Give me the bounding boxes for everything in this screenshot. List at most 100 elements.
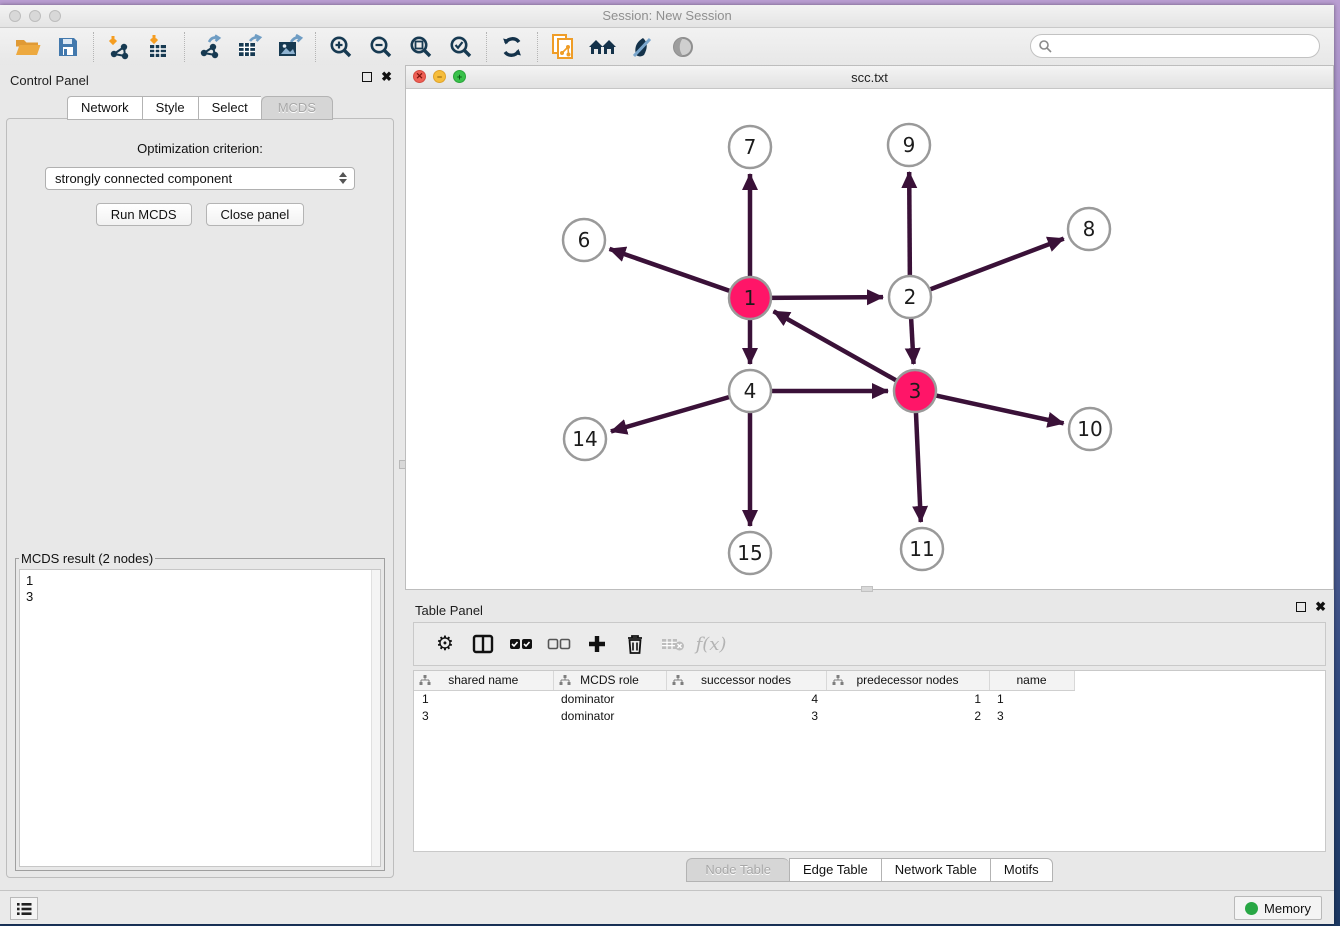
column-header-successor-nodes[interactable]: successor nodes <box>666 671 826 690</box>
folder-open-icon <box>14 35 42 59</box>
search-input[interactable] <box>1052 37 1319 55</box>
graph-node-10[interactable]: 10 <box>1069 408 1111 450</box>
result-scrollbar[interactable] <box>371 570 380 866</box>
tab-mcds[interactable]: MCDS <box>261 96 333 120</box>
control-panel-tabs: Network Style Select MCDS <box>0 96 400 120</box>
column-header-predecessor-nodes[interactable]: predecessor nodes <box>826 671 989 690</box>
deselect-all-icon <box>547 638 571 650</box>
graph-node-14[interactable]: 14 <box>564 418 606 460</box>
cell-mcds_role[interactable]: dominator <box>553 707 666 724</box>
tab-style[interactable]: Style <box>142 96 198 120</box>
list-icon <box>16 902 32 916</box>
table-panel-header: Table Panel ✖ <box>405 595 1334 620</box>
column-view-icon <box>472 634 494 654</box>
import-network-button[interactable] <box>99 31 139 63</box>
run-mcds-button[interactable]: Run MCDS <box>96 203 192 226</box>
graph-edge-3-10[interactable] <box>932 395 1064 424</box>
column-view-button[interactable] <box>466 627 500 661</box>
tab-network[interactable]: Network <box>67 96 142 120</box>
add-column-button[interactable] <box>580 627 614 661</box>
zoom-fit-button[interactable] <box>401 31 441 63</box>
network-graph[interactable]: 7 9 6 8 1 2 4 3 14 <box>406 89 1333 589</box>
status-bar: Memory <box>0 890 1334 924</box>
tree-icon <box>832 675 844 686</box>
graph-node-9[interactable]: 9 <box>888 124 930 166</box>
refresh-button[interactable] <box>492 31 532 63</box>
column-header-shared-name[interactable]: shared name <box>414 671 553 690</box>
graph-edge-3-1[interactable] <box>774 311 901 382</box>
graph-edge-1-2[interactable] <box>767 297 883 298</box>
cell-shared_name[interactable]: 1 <box>414 690 553 707</box>
tab-select[interactable]: Select <box>198 96 261 120</box>
cell-name[interactable]: 3 <box>989 707 1074 724</box>
close-table-panel-icon[interactable]: ✖ <box>1315 602 1326 612</box>
cell-name[interactable]: 1 <box>989 690 1074 707</box>
graph-edge-2-9[interactable] <box>909 172 910 280</box>
function-builder-button[interactable]: f(x) <box>694 627 728 661</box>
memory-button[interactable]: Memory <box>1234 896 1322 920</box>
window-titlebar: Session: New Session <box>0 5 1334 28</box>
zoom-in-button[interactable] <box>321 31 361 63</box>
cell-predecessor_nodes[interactable]: 1 <box>826 690 989 707</box>
graph-node-2[interactable]: 2 <box>889 276 931 318</box>
tab-motifs[interactable]: Motifs <box>990 858 1053 882</box>
criterion-select[interactable]: strongly connected component <box>45 167 355 190</box>
table-row[interactable]: 3dominator323 <box>414 707 1074 724</box>
cell-successor_nodes[interactable]: 3 <box>666 707 826 724</box>
graph-node-11[interactable]: 11 <box>901 528 943 570</box>
graph-node-3[interactable]: 3 <box>894 370 936 412</box>
graph-edge-3-11[interactable] <box>916 408 921 522</box>
graph-edge-2-8[interactable] <box>926 239 1064 291</box>
float-panel-icon[interactable] <box>362 72 372 82</box>
select-all-columns-button[interactable] <box>504 627 538 661</box>
graph-node-4[interactable]: 4 <box>729 370 771 412</box>
graph-edge-4-14[interactable] <box>611 396 734 432</box>
search-box[interactable] <box>1030 34 1320 58</box>
table-row[interactable]: 1dominator411 <box>414 690 1074 707</box>
zoom-out-button[interactable] <box>361 31 401 63</box>
tab-node-table[interactable]: Node Table <box>686 858 789 882</box>
graph-node-6[interactable]: 6 <box>563 219 605 261</box>
cell-shared_name[interactable]: 3 <box>414 707 553 724</box>
task-history-button[interactable] <box>10 897 38 920</box>
import-table-button[interactable] <box>139 31 179 63</box>
cell-mcds_role[interactable]: dominator <box>553 690 666 707</box>
save-session-button[interactable] <box>48 31 88 63</box>
network-window-titlebar[interactable]: ✕ − + scc.txt <box>406 66 1333 89</box>
tab-edge-table[interactable]: Edge Table <box>789 858 881 882</box>
graph-edge-2-3[interactable] <box>911 314 914 364</box>
column-header-mcds-role[interactable]: MCDS role <box>553 671 666 690</box>
zoom-selected-button[interactable] <box>441 31 481 63</box>
cell-successor_nodes[interactable]: 4 <box>666 690 826 707</box>
table-settings-button[interactable]: ⚙ <box>428 627 462 661</box>
home-icon <box>588 35 618 59</box>
export-network-button[interactable] <box>190 31 230 63</box>
style-brush-button[interactable] <box>623 31 663 63</box>
graph-edge-1-6[interactable] <box>609 249 733 292</box>
export-table-button[interactable] <box>230 31 270 63</box>
copy-network-button[interactable] <box>543 31 583 63</box>
delete-table-button[interactable] <box>656 627 690 661</box>
toolbar-separator <box>315 32 316 62</box>
graph-node-7[interactable]: 7 <box>729 126 771 168</box>
home-neighbors-button[interactable] <box>583 31 623 63</box>
horizontal-splitter-grip[interactable] <box>861 586 873 592</box>
export-image-button[interactable] <box>270 31 310 63</box>
cell-predecessor_nodes[interactable]: 2 <box>826 707 989 724</box>
close-panel-button[interactable]: Close panel <box>206 203 305 226</box>
float-table-panel-icon[interactable] <box>1296 602 1306 612</box>
mcds-result-list[interactable]: 1 3 <box>19 569 381 867</box>
close-panel-icon[interactable]: ✖ <box>381 72 392 82</box>
function-icon: f(x) <box>696 634 727 655</box>
graph-node-8[interactable]: 8 <box>1068 208 1110 250</box>
show-graphics-button[interactable] <box>663 31 703 63</box>
control-panel-header: Control Panel ✖ <box>0 65 400 93</box>
column-header-name[interactable]: name <box>989 671 1074 690</box>
network-canvas[interactable]: 7 9 6 8 1 2 4 3 14 <box>406 89 1333 589</box>
graph-node-1[interactable]: 1 <box>729 277 771 319</box>
delete-column-button[interactable] <box>618 627 652 661</box>
open-session-button[interactable] <box>8 31 48 63</box>
deselect-all-columns-button[interactable] <box>542 627 576 661</box>
graph-node-15[interactable]: 15 <box>729 532 771 574</box>
tab-network-table[interactable]: Network Table <box>881 858 990 882</box>
